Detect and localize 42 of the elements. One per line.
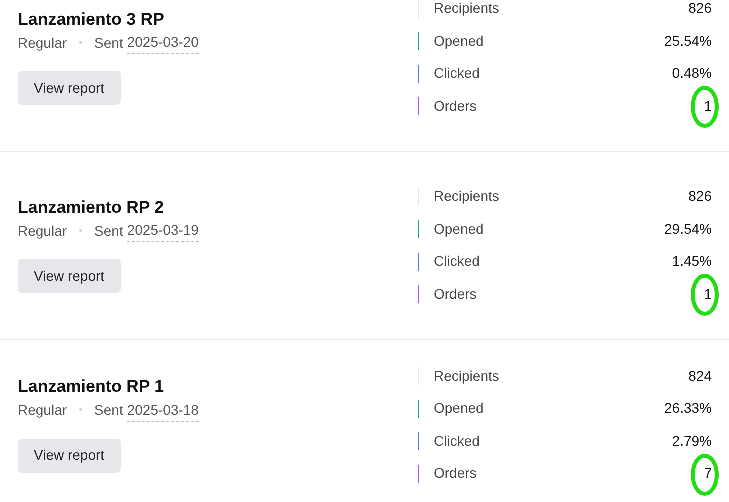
view-report-button[interactable]: View report [18,438,121,473]
sent-date: 2025-03-20 [127,32,199,54]
sent-label: Sent [94,401,124,420]
campaign-title: Lanzamiento RP 2 [18,198,164,218]
campaign-type: Regular [18,401,68,420]
metric-label: Recipients [434,187,500,206]
metric-label: Recipients [434,366,500,386]
metric-label: Clicked [434,64,481,84]
metric-value: 824 [688,366,712,386]
metric-value: 1.45% [672,252,712,272]
metric-label: Opened [434,399,485,418]
campaign-type: Regular [18,222,68,241]
separator-dot: • [79,224,83,239]
metric-label: Orders [434,96,478,116]
view-report-button[interactable]: View report [18,71,121,106]
metric-value: 2.79% [672,432,712,451]
metric-value: 826 [688,187,712,206]
metric-label: Clicked [434,432,481,451]
sent-label: Sent [94,222,124,241]
metric-value: 26.33% [664,399,712,418]
view-report-button[interactable]: View report [18,259,121,294]
metric-value: 7 [704,464,712,484]
metric-label: Clicked [434,252,481,272]
metric-value: 25.54% [664,32,712,51]
metric-label: Recipients [434,0,500,18]
sent-date: 2025-03-19 [127,220,199,242]
metric-value: 1 [704,284,712,304]
separator-dot: • [79,36,83,51]
sent-date: 2025-03-18 [127,400,199,422]
metric-value: 1 [704,96,712,116]
metric-value: 29.54% [664,220,712,239]
metric-value: 826 [688,0,712,18]
metric-label: Orders [434,464,478,484]
campaign-type: Regular [18,34,68,53]
metric-label: Opened [434,32,485,51]
sent-label: Sent [94,34,124,53]
campaign-title: Lanzamiento RP 1 [18,377,164,398]
metric-value: 0.48% [672,64,712,84]
metric-label: Orders [434,284,478,304]
campaign-title: Lanzamiento 3 RP [18,10,164,30]
separator-dot: • [79,404,83,418]
metric-label: Opened [434,220,485,239]
